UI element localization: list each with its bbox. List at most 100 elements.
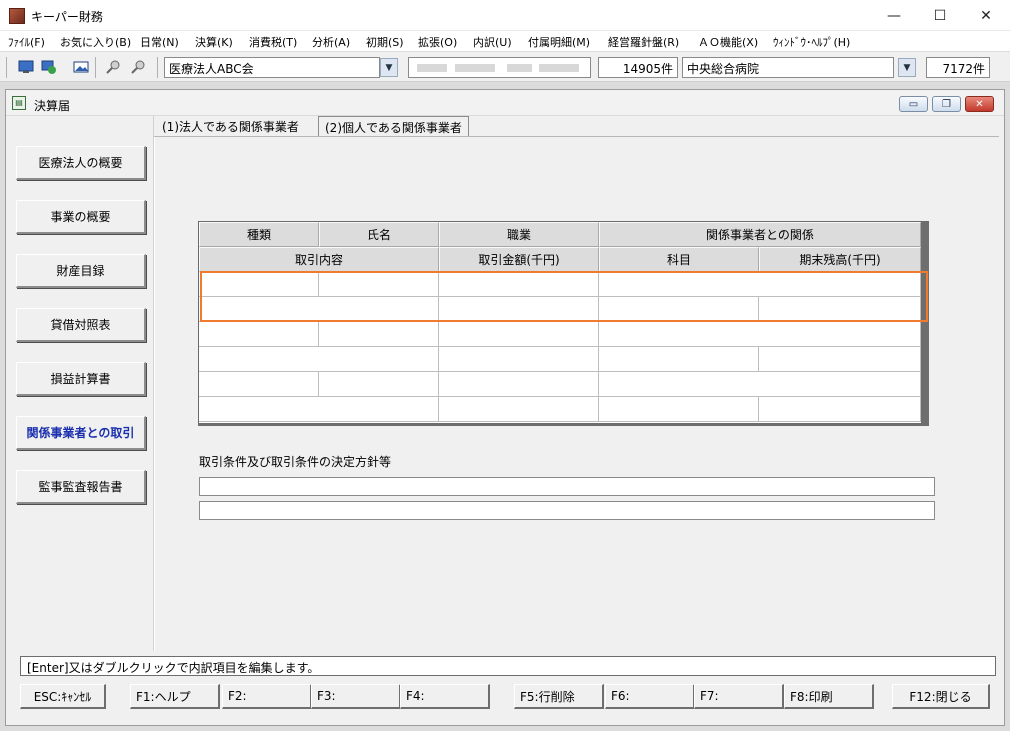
child-title: 決算届: [34, 99, 71, 113]
col-header-content: 取引内容: [199, 247, 439, 272]
menu-extension[interactable]: 拡張(O): [418, 34, 457, 50]
table-cell-amount[interactable]: [439, 397, 599, 422]
child-restore-button[interactable]: ❐: [932, 96, 961, 112]
table-cell-balance[interactable]: [759, 297, 921, 322]
table-cell-balance[interactable]: [759, 347, 921, 372]
f7-button[interactable]: F7:: [694, 684, 784, 709]
maximize-button[interactable]: ☐: [917, 0, 963, 31]
conditions-input-line1[interactable]: [199, 477, 935, 496]
chevron-down-icon[interactable]: ▼: [898, 58, 916, 77]
child-minimize-button[interactable]: ▭: [899, 96, 928, 112]
menu-file[interactable]: ﾌｧｲﾙ(F): [8, 34, 45, 50]
sidebar-item-business-overview[interactable]: 事業の概要: [16, 200, 146, 234]
table-cell-name[interactable]: [319, 322, 439, 347]
menu-bar: ﾌｧｲﾙ(F) お気に入り(B) 日常(N) 決算(K) 消費税(T) 分析(A…: [0, 31, 1010, 51]
table-cell-content[interactable]: [199, 347, 439, 372]
transactions-grid: 種類 氏名 職業 関係事業者との関係 取引内容 取引金額(千円) 科目 期末残高…: [198, 221, 929, 426]
sidebar-item-balance-sheet[interactable]: 貸借対照表: [16, 308, 146, 342]
table-cell-occupation[interactable]: [439, 272, 599, 297]
child-title-bar: ▤ 決算届 ▭ ❐ ✕: [6, 90, 1004, 116]
f5-delete-row-button[interactable]: F5:行削除: [514, 684, 604, 709]
table-cell-account[interactable]: [599, 397, 759, 422]
close-button[interactable]: ✕: [963, 0, 1009, 31]
table-cell-balance[interactable]: [759, 397, 921, 422]
title-bar: キーパー財務 — ☐ ✕: [0, 0, 1010, 31]
toolbar-separator: [6, 57, 7, 78]
sidebar-item-audit-report[interactable]: 監事監査報告書: [16, 470, 146, 504]
conditions-input-line2[interactable]: [199, 501, 935, 520]
sidebar: 医療法人の概要 事業の概要 財産目録 貸借対照表 損益計算書 関係事業者との取引…: [12, 116, 154, 651]
sidebar-item-property-list[interactable]: 財産目録: [16, 254, 146, 288]
table-cell-amount[interactable]: [439, 347, 599, 372]
table-cell-occupation[interactable]: [439, 372, 599, 397]
menu-analysis[interactable]: 分析(A): [312, 34, 350, 50]
sidebar-item-related-party-transactions[interactable]: 関係事業者との取引: [16, 416, 146, 450]
menu-consumption-tax[interactable]: 消費税(T): [249, 34, 297, 50]
table-cell-name[interactable]: [319, 272, 439, 297]
menu-favorites[interactable]: お気に入り(B): [60, 34, 131, 50]
table-cell-content[interactable]: [199, 297, 439, 322]
table-cell-amount[interactable]: [439, 297, 599, 322]
f3-button[interactable]: F3:: [311, 684, 401, 709]
tab-individual-related-parties[interactable]: (2)個人である関係事業者: [318, 116, 469, 136]
app-title: キーパー財務: [31, 10, 103, 24]
table-cell-relation[interactable]: [599, 372, 921, 397]
col-header-account: 科目: [599, 247, 759, 272]
app-icon: [9, 8, 25, 24]
table-cell-relation[interactable]: [599, 322, 921, 347]
search-alt-icon[interactable]: [129, 59, 147, 75]
col-header-name: 氏名: [319, 222, 439, 247]
table-cell-kind[interactable]: [199, 272, 319, 297]
conditions-label: 取引条件及び取引条件の決定方針等: [199, 455, 392, 469]
col-header-balance: 期末残高(千円): [759, 247, 921, 272]
table-cell-kind[interactable]: [199, 372, 319, 397]
menu-breakdown[interactable]: 内訳(U): [473, 34, 512, 50]
toolbar-separator: [157, 57, 158, 78]
f12-close-button[interactable]: F12:閉じる: [892, 684, 990, 709]
tab-corporate-related-parties[interactable]: (1)法人である関係事業者: [156, 116, 305, 136]
sidebar-item-corporation-overview[interactable]: 医療法人の概要: [16, 146, 146, 180]
col-header-amount: 取引金額(千円): [439, 247, 599, 272]
sidebar-item-income-statement[interactable]: 損益計算書: [16, 362, 146, 396]
table-cell-account[interactable]: [599, 347, 759, 372]
company-select[interactable]: 医療法人ABC会: [164, 57, 380, 78]
menu-window-help[interactable]: ｳｨﾝﾄﾞｳ･ﾍﾙﾌﾟ(H): [773, 34, 850, 50]
table-cell-name[interactable]: [319, 372, 439, 397]
table-cell-relation[interactable]: [599, 272, 921, 297]
table-cell-content[interactable]: [199, 397, 439, 422]
col-header-kind: 種類: [199, 222, 319, 247]
toolbar-separator: [95, 57, 96, 78]
table-cell-occupation[interactable]: [439, 322, 599, 347]
f1-help-button[interactable]: F1:ヘルプ: [130, 684, 220, 709]
esc-cancel-button[interactable]: ESC:ｷｬﾝｾﾙ: [20, 684, 106, 709]
col-header-relation: 関係事業者との関係: [599, 222, 921, 247]
search-icon[interactable]: [104, 59, 122, 75]
toolbar: 医療法人ABC会 ▼ 14905件 中央総合病院 ▼ 7172件: [0, 51, 1010, 82]
menu-closing[interactable]: 決算(K): [195, 34, 233, 50]
monitor-icon[interactable]: [17, 59, 35, 75]
status-message: [Enter]又はダブルクリックで内訳項目を編集します。: [20, 656, 996, 676]
document-icon: ▤: [12, 96, 26, 110]
menu-attached-details[interactable]: 付属明細(M): [528, 34, 590, 50]
col-header-occupation: 職業: [439, 222, 599, 247]
child-close-button[interactable]: ✕: [965, 96, 994, 112]
table-cell-kind[interactable]: [199, 322, 319, 347]
office-count: 7172件: [926, 57, 990, 78]
menu-compass[interactable]: 経営羅針盤(R): [608, 34, 679, 50]
table-cell-account[interactable]: [599, 297, 759, 322]
menu-initial[interactable]: 初期(S): [366, 34, 404, 50]
menu-ao-functions[interactable]: ＡＯ機能(X): [698, 34, 758, 50]
f4-button[interactable]: F4:: [400, 684, 490, 709]
chevron-down-icon[interactable]: ▼: [380, 58, 398, 77]
company-count: 14905件: [598, 57, 678, 78]
f6-button[interactable]: F6:: [605, 684, 695, 709]
tab-panel: 種類 氏名 職業 関係事業者との関係 取引内容 取引金額(千円) 科目 期末残高…: [154, 137, 999, 651]
image-icon[interactable]: [72, 59, 90, 75]
office-select[interactable]: 中央総合病院: [682, 57, 894, 78]
menu-daily[interactable]: 日常(N): [140, 34, 179, 50]
redacted-field: [408, 57, 591, 78]
minimize-button[interactable]: —: [871, 0, 917, 31]
refresh-icon[interactable]: [40, 59, 58, 75]
f2-button[interactable]: F2:: [222, 684, 312, 709]
f8-print-button[interactable]: F8:印刷: [784, 684, 874, 709]
